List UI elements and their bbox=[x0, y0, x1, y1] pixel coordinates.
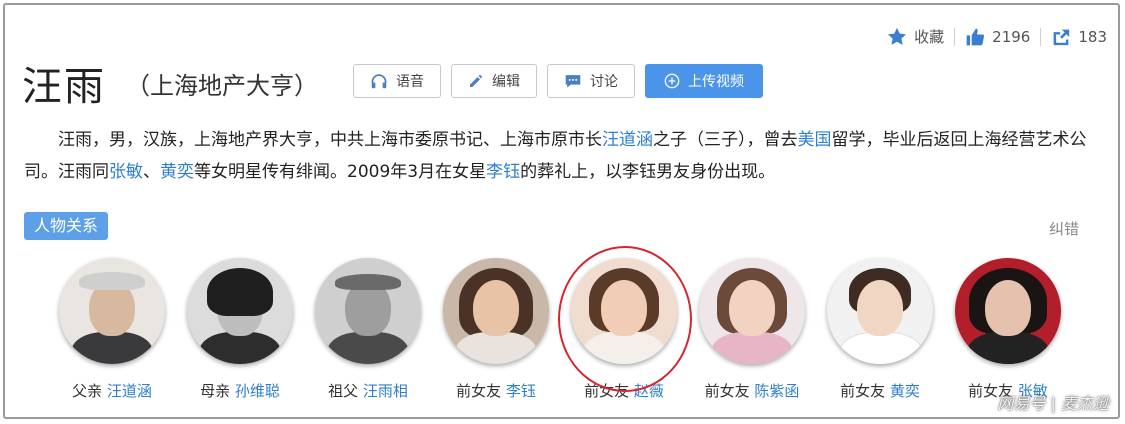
avatar[interactable] bbox=[59, 258, 165, 364]
relations-list: 父亲 汪道涵 母亲 孙维聪 祖父 汪雨相 前女友 李钰 前女友 赵薇 前女友 陈… bbox=[48, 246, 1072, 401]
summary-paragraph: 汪雨，男，汉族，上海地产界大亨，中共上海市委原书记、上海市原市长汪道涵之子（三子… bbox=[24, 124, 1099, 188]
relation-role: 前女友 bbox=[840, 382, 886, 400]
report-error-link[interactable]: 纠错 bbox=[1049, 218, 1079, 239]
relation-item[interactable]: 祖父 汪雨相 bbox=[304, 258, 432, 401]
like-button[interactable]: 2196 bbox=[955, 27, 1040, 47]
relation-item[interactable]: 前女友 黄奕 bbox=[816, 258, 944, 401]
relation-name-link[interactable]: 陈紫函 bbox=[754, 382, 799, 400]
voice-button[interactable]: 语音 bbox=[353, 64, 441, 98]
relation-item[interactable]: 父亲 汪道涵 bbox=[48, 258, 176, 401]
summary-text: 汪雨，男，汉族，上海地产界大亨，中共上海市委原书记、上海市原市长 bbox=[58, 130, 602, 150]
page-subtitle: （上海地产大亨） bbox=[126, 71, 318, 100]
avatar[interactable] bbox=[315, 258, 421, 364]
relation-item[interactable]: 前女友 赵薇 bbox=[558, 246, 692, 401]
relation-item[interactable]: 母亲 孙维聪 bbox=[176, 258, 304, 401]
relation-role: 前女友 bbox=[584, 382, 630, 400]
top-actions: 收藏 2196 183 bbox=[877, 26, 1117, 47]
relation-name-link[interactable]: 黄奕 bbox=[890, 382, 920, 400]
page-title: 汪雨 bbox=[22, 64, 106, 110]
discuss-label: 讨论 bbox=[590, 74, 618, 90]
share-icon bbox=[1053, 29, 1070, 45]
discuss-button[interactable]: 讨论 bbox=[547, 64, 635, 98]
star-icon bbox=[888, 27, 907, 45]
summary-link[interactable]: 美国 bbox=[798, 130, 832, 150]
relation-name-link[interactable]: 汪道涵 bbox=[107, 382, 152, 400]
watermark: 网易号 | 麦杰逊 bbox=[997, 394, 1109, 413]
relation-name-link[interactable]: 赵薇 bbox=[634, 382, 664, 400]
voice-label: 语音 bbox=[396, 74, 424, 90]
relation-item[interactable]: 前女友 张敏 bbox=[944, 258, 1072, 401]
avatar[interactable] bbox=[699, 258, 805, 364]
relation-role: 祖父 bbox=[328, 382, 359, 400]
avatar[interactable] bbox=[443, 258, 549, 364]
relation-name-link[interactable]: 孙维聪 bbox=[235, 382, 280, 400]
favorite-button[interactable]: 收藏 bbox=[877, 26, 954, 47]
relation-name-link[interactable]: 李钰 bbox=[506, 382, 536, 400]
relation-role: 父亲 bbox=[72, 382, 103, 400]
share-count: 183 bbox=[1078, 27, 1107, 46]
upload-video-label: 上传视频 bbox=[688, 74, 744, 90]
relation-role: 前女友 bbox=[704, 382, 750, 400]
avatar[interactable] bbox=[571, 258, 677, 364]
upload-video-button[interactable]: 上传视频 bbox=[645, 64, 763, 98]
headphones-icon bbox=[371, 74, 387, 89]
avatar[interactable] bbox=[955, 258, 1061, 364]
relations-tag: 人物关系 bbox=[24, 212, 109, 240]
plus-circle-icon bbox=[664, 73, 680, 89]
relation-name-link[interactable]: 汪雨相 bbox=[363, 382, 408, 400]
summary-link[interactable]: 李钰 bbox=[486, 162, 520, 182]
relation-role: 前女友 bbox=[456, 382, 502, 400]
thumbs-up-icon bbox=[966, 28, 985, 45]
relation-item[interactable]: 前女友 李钰 bbox=[432, 258, 560, 401]
pencil-icon bbox=[470, 74, 483, 87]
toolbar: 语音 编辑 讨论 上传视频 bbox=[353, 64, 763, 98]
edit-label: 编辑 bbox=[492, 74, 520, 90]
share-button[interactable]: 183 bbox=[1041, 28, 1117, 46]
relation-role: 母亲 bbox=[200, 382, 231, 400]
avatar[interactable] bbox=[187, 258, 293, 364]
summary-link[interactable]: 黄奕 bbox=[160, 162, 194, 182]
summary-text: 、 bbox=[143, 162, 160, 182]
edit-button[interactable]: 编辑 bbox=[451, 64, 537, 98]
summary-link[interactable]: 汪道涵 bbox=[602, 130, 653, 150]
relation-item[interactable]: 前女友 陈紫函 bbox=[688, 258, 816, 401]
title-row: 汪雨 （上海地产大亨） bbox=[22, 54, 318, 112]
chat-icon bbox=[565, 75, 581, 88]
summary-text: 的葬礼上，以李钰男友身份出现。 bbox=[520, 162, 776, 182]
summary-text: 之子（三子），曾去 bbox=[653, 130, 798, 150]
summary-text: 等女明星传有绯闻。2009年3月在女星 bbox=[194, 162, 487, 182]
summary-link[interactable]: 张敏 bbox=[109, 162, 143, 182]
like-count: 2196 bbox=[992, 27, 1031, 46]
avatar[interactable] bbox=[827, 258, 933, 364]
favorite-label: 收藏 bbox=[914, 28, 945, 46]
